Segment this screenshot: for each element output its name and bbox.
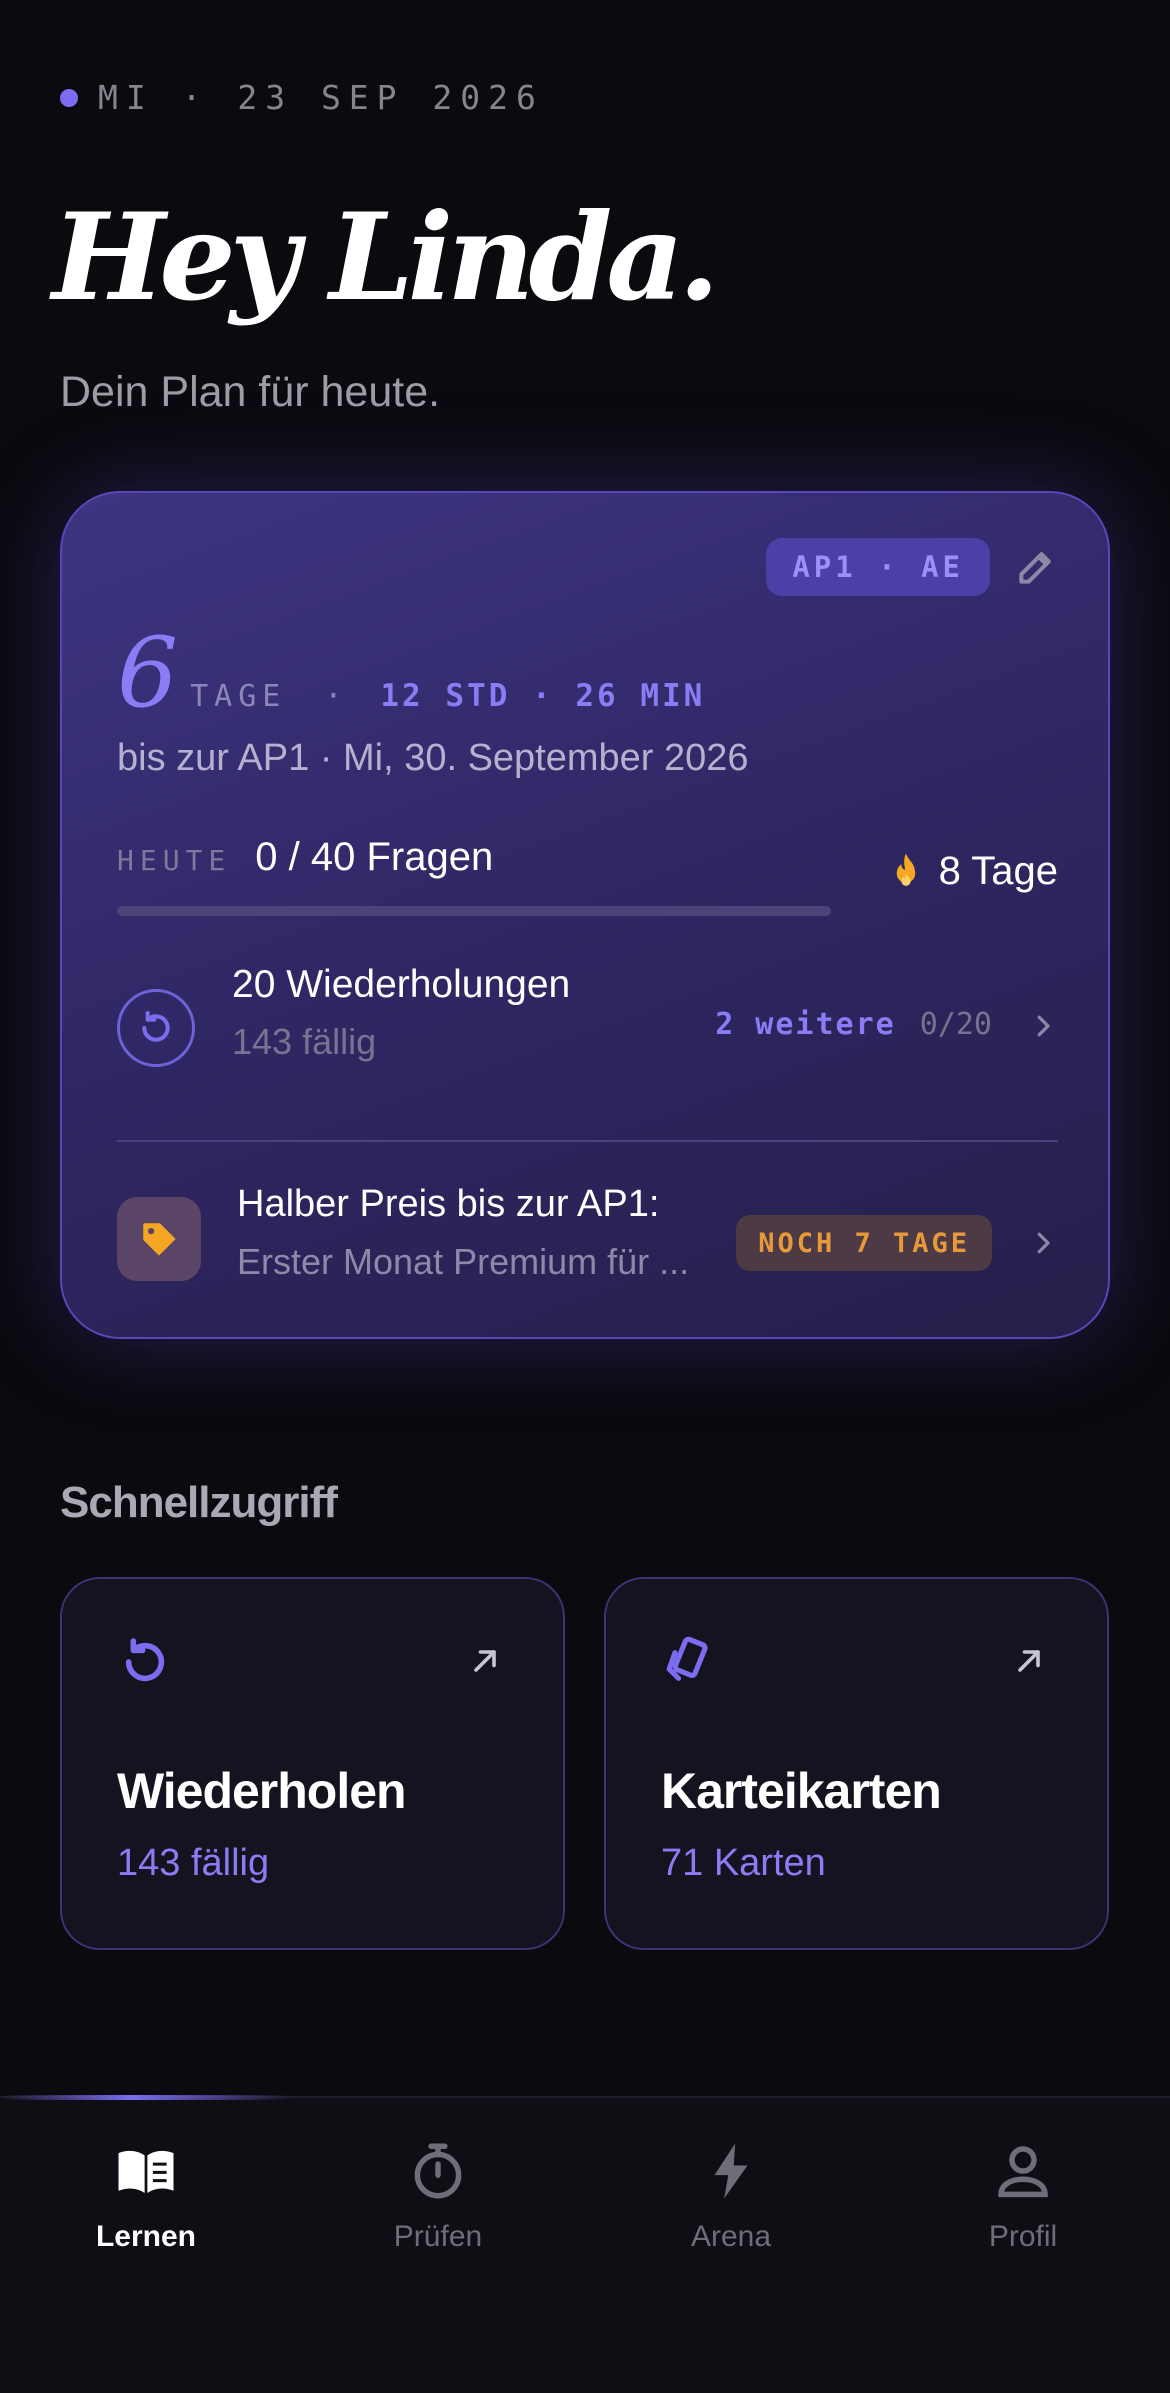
promo-row[interactable]: Halber Preis bis zur AP1: Erster Monat P… — [117, 1183, 1058, 1293]
plan-card: AP1 · AE 6 TAGE · 12 STD · 26 MIN bis zu… — [60, 491, 1110, 1339]
section-title-quick-access: Schnellzugriff — [60, 1478, 338, 1527]
promo-icon-box — [117, 1197, 201, 1281]
tag-icon — [143, 1223, 176, 1256]
greeting-title: Hey Linda. — [52, 187, 720, 328]
tab-label: Profil — [988, 2220, 1058, 2253]
tab-label: Prüfen — [393, 2220, 483, 2253]
quick-card-subtitle: 71 Karten — [661, 1842, 826, 1884]
book-icon — [118, 2150, 174, 2193]
quick-card-title: Wiederholen — [117, 1763, 407, 1819]
today-goal: HEUTE 0 / 40 Fragen — [117, 835, 493, 880]
quick-card-subtitle: 143 fällig — [117, 1842, 270, 1884]
tab-label: Arena — [690, 2220, 772, 2253]
status-dot — [60, 88, 78, 107]
flame-icon — [896, 853, 915, 886]
lightning-icon — [714, 2143, 748, 2199]
tab-lernen[interactable]: Lernen — [0, 2138, 292, 2278]
streak-label: 8 Tage — [938, 849, 1058, 893]
arrow-up-right-icon — [1018, 1650, 1040, 1672]
daily-progress-bar — [117, 906, 831, 916]
review-more: 2 weitere — [715, 1007, 896, 1042]
promo-title: Halber Preis bis zur AP1: — [237, 1183, 660, 1225]
review-icon-circle — [117, 989, 195, 1067]
promo-deadline-badge: NOCH 7 TAGE — [736, 1215, 992, 1271]
today-value: 0 / 40 Fragen — [255, 835, 494, 879]
chevron-right-icon — [1037, 1232, 1050, 1254]
promo-subtitle: Erster Monat Premium für ... — [237, 1241, 690, 1282]
review-meta: 2 weitere 0/20 — [715, 1007, 992, 1042]
divider — [117, 1140, 1058, 1142]
pencil-icon[interactable] — [1014, 545, 1058, 589]
review-count: 0/20 — [919, 1007, 992, 1042]
quick-card-review[interactable]: Wiederholen 143 fällig — [60, 1577, 565, 1950]
today-label: HEUTE — [117, 844, 232, 877]
tab-arena[interactable]: Arena — [585, 2138, 877, 2278]
greeting-subtitle: Dein Plan für heute. — [60, 368, 441, 416]
arrow-up-right-icon — [474, 1650, 496, 1672]
refresh-icon — [125, 1638, 165, 1682]
exam-badge[interactable]: AP1 · AE — [766, 538, 990, 596]
review-due: 143 fällig — [232, 1021, 377, 1062]
date-row: MI · 23 SEP 2026 — [60, 78, 544, 117]
streak-counter: 8 Tage — [887, 849, 1058, 894]
stopwatch-icon — [414, 2143, 462, 2199]
cards-icon — [666, 1636, 708, 1681]
person-icon — [998, 2146, 1048, 2198]
refresh-icon — [142, 1011, 170, 1042]
countdown-days: 6 — [117, 617, 179, 729]
active-tab-indicator — [0, 2095, 292, 2100]
tab-label: Lernen — [95, 2220, 197, 2253]
review-title: 20 Wiederholungen — [232, 963, 571, 1006]
countdown-time: 12 STD · 26 MIN — [380, 678, 706, 714]
date-label: MI · 23 SEP 2026 — [98, 78, 544, 117]
tab-profil[interactable]: Profil — [877, 2138, 1169, 2278]
countdown-unit: TAGE — [190, 679, 287, 714]
tab-pruefen[interactable]: Prüfen — [292, 2138, 584, 2278]
quick-card-title: Karteikarten — [661, 1763, 942, 1819]
bottom-tab-bar: Lernen Prüfen Arena Profil — [0, 2095, 1170, 2393]
chevron-right-icon — [1037, 1015, 1050, 1037]
exam-deadline: bis zur AP1 · Mi, 30. September 2026 — [117, 737, 749, 779]
countdown: 6 TAGE · 12 STD · 26 MIN — [117, 623, 705, 723]
countdown-separator: · — [324, 679, 343, 714]
review-row[interactable]: 20 Wiederholungen 143 fällig 2 weitere 0… — [117, 963, 1058, 1093]
quick-card-flashcards[interactable]: Karteikarten 71 Karten — [604, 1577, 1109, 1950]
